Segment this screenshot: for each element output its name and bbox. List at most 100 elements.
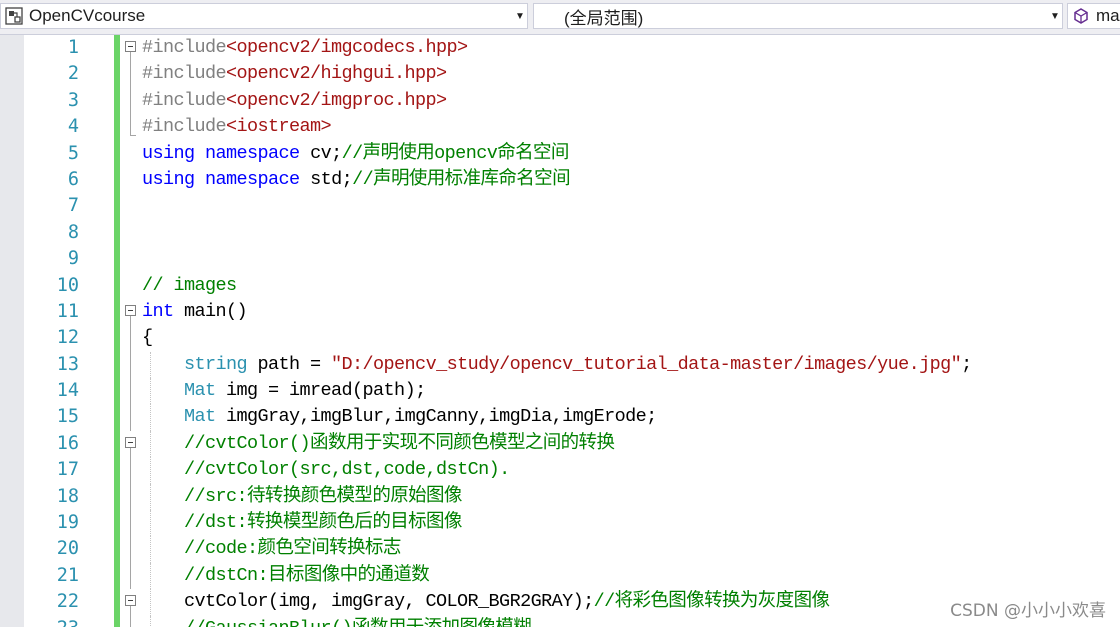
code-line[interactable]: 19 //dst:转换模型颜色后的目标图像 (0, 510, 1120, 537)
code-token: // images (142, 274, 237, 296)
code-line[interactable]: 13 string path = "D:/opencv_study/opencv… (0, 351, 1120, 379)
code-line[interactable]: 16 //cvtColor()函数用于实现不同颜色模型之间的转换 (0, 430, 1120, 458)
code-line[interactable]: 6 using namespace std;//声明使用标准库命名空间 (0, 167, 1120, 193)
code-text: int main() (142, 299, 248, 325)
code-token: //cvtColor()函数用于实现不同颜色模型之间的转换 (184, 432, 615, 454)
code-line[interactable]: 17 //cvtColor(src,dst,code,dstCn). (0, 457, 1120, 484)
outline-guide (130, 61, 131, 88)
line-number: 14 (56, 380, 79, 402)
watermark: CSDN @小小小欢喜 (950, 601, 1106, 621)
code-line[interactable]: 11 int main() (0, 299, 1120, 326)
member-dropdown[interactable]: ma (1067, 3, 1120, 29)
code-text: { (142, 325, 153, 351)
code-line[interactable]: 10 // images (0, 273, 1120, 299)
collapse-icon[interactable] (125, 304, 136, 316)
outline-guide (130, 87, 131, 115)
outline-guide (130, 536, 131, 563)
code-line[interactable]: 8 (0, 220, 1120, 246)
outline-guide (130, 351, 131, 379)
function-cube-icon (1074, 8, 1088, 24)
code-line[interactable]: 12 { (0, 325, 1120, 352)
line-number: 2 (67, 63, 79, 85)
code-line[interactable]: 4 #include<iostream> (0, 114, 1120, 140)
code-line[interactable]: 3 #include<opencv2/imgproc.hpp> (0, 87, 1120, 115)
collapse-icon[interactable] (125, 595, 136, 607)
code-token: //声明使用标准库命名空间 (352, 168, 571, 190)
code-lines: 1 #include<opencv2/imgcodecs.hpp> 2 #includ… (0, 35, 1120, 627)
code-token: namespace (205, 142, 300, 164)
line-number: 22 (56, 591, 79, 613)
code-token: //GaussianBlur()函数用于添加图像模糊 (184, 618, 532, 627)
code-token: using (142, 142, 195, 164)
line-number: 7 (67, 195, 79, 217)
code-token: main() (173, 300, 248, 322)
code-token: imgGray,imgBlur,imgCanny,imgDia,imgErode… (215, 406, 657, 428)
code-token: //src:待转换颜色模型的原始图像 (184, 485, 462, 507)
outline-guide (130, 457, 131, 484)
code-text: //dst:转换模型颜色后的目标图像 (142, 510, 462, 536)
line-number: 19 (56, 512, 79, 534)
code-line[interactable]: 18 //src:待转换颜色模型的原始图像 (0, 483, 1120, 511)
code-line[interactable]: 20 //code:颜色空间转换标志 (0, 536, 1120, 563)
code-token: //dst:转换模型颜色后的目标图像 (184, 512, 462, 534)
line-number: 18 (56, 485, 79, 507)
project-icon (5, 7, 23, 25)
code-text: #include<opencv2/imgcodecs.hpp> (142, 35, 468, 61)
code-line[interactable]: 5 using namespace cv;//声明使用opencv命名空间 (0, 141, 1120, 167)
code-line[interactable]: 7 (0, 193, 1120, 219)
outline-guide (130, 404, 131, 431)
code-token: <opencv2/imgproc.hpp> (226, 89, 447, 111)
collapse-icon[interactable] (125, 41, 136, 52)
code-token: "D:/opencv_study/opencv_tutorial_data-ma… (331, 353, 962, 375)
project-dropdown[interactable]: OpenCVcourse ▼ (0, 3, 528, 29)
code-token: //声明使用opencv命名空间 (341, 142, 570, 164)
code-token: Mat (184, 406, 216, 428)
code-token: //code:颜色空间转换标志 (184, 538, 401, 560)
line-number: 11 (56, 300, 79, 322)
code-token: path = (247, 353, 332, 375)
outline-guide-end (130, 114, 136, 137)
code-line[interactable]: 1 #include<opencv2/imgcodecs.hpp> (0, 35, 1120, 62)
code-text: //cvtColor(src,dst,code,dstCn). (142, 457, 510, 483)
code-token: string (184, 353, 248, 375)
code-line[interactable]: 15 Mat imgGray,imgBlur,imgCanny,imgDia,i… (0, 404, 1120, 431)
code-line[interactable]: 2 #include<opencv2/highgui.hpp> (0, 61, 1120, 88)
outline-guide (130, 483, 131, 511)
line-number: 3 (67, 89, 79, 111)
navigation-bar: OpenCVcourse ▼ (全局范围) ▼ ma (0, 0, 1120, 35)
scope-dropdown[interactable]: (全局范围) ▼ (533, 3, 1063, 29)
code-text: cvtColor(img, imgGray, COLOR_BGR2GRAY);/… (142, 589, 830, 615)
line-number: 1 (67, 37, 79, 58)
code-token: //将彩色图像转换为灰度图像 (593, 591, 830, 613)
code-editor[interactable]: 1 #include<opencv2/imgcodecs.hpp> 2 #includ… (0, 35, 1120, 627)
code-token: #include (142, 116, 227, 138)
code-token: //cvtColor(src,dst,code,dstCn). (184, 459, 510, 481)
code-token: <opencv2/highgui.hpp> (226, 63, 447, 85)
code-text: #include<opencv2/imgproc.hpp> (142, 88, 447, 114)
code-token: std; (299, 168, 353, 190)
chevron-down-icon[interactable]: ▼ (1048, 11, 1062, 22)
line-number: 16 (56, 432, 79, 454)
line-number: 12 (56, 327, 79, 349)
code-line[interactable]: 9 (0, 246, 1120, 272)
line-number: 23 (24, 616, 79, 627)
code-line[interactable]: 14 Mat img = imread(path); (0, 378, 1120, 405)
code-token: #include (142, 89, 227, 111)
project-name: OpenCVcourse (29, 6, 146, 25)
code-token: <opencv2/imgcodecs.hpp> (226, 37, 468, 58)
code-text: //src:待转换颜色模型的原始图像 (142, 484, 462, 510)
collapse-icon[interactable] (125, 436, 136, 448)
code-text: //code:颜色空间转换标志 (142, 536, 401, 562)
chevron-down-icon[interactable]: ▼ (513, 11, 527, 22)
code-line[interactable]: 21 //dstCn:目标图像中的通道数 (0, 562, 1120, 590)
line-number: 17 (56, 459, 79, 481)
code-token: Mat (184, 380, 216, 402)
